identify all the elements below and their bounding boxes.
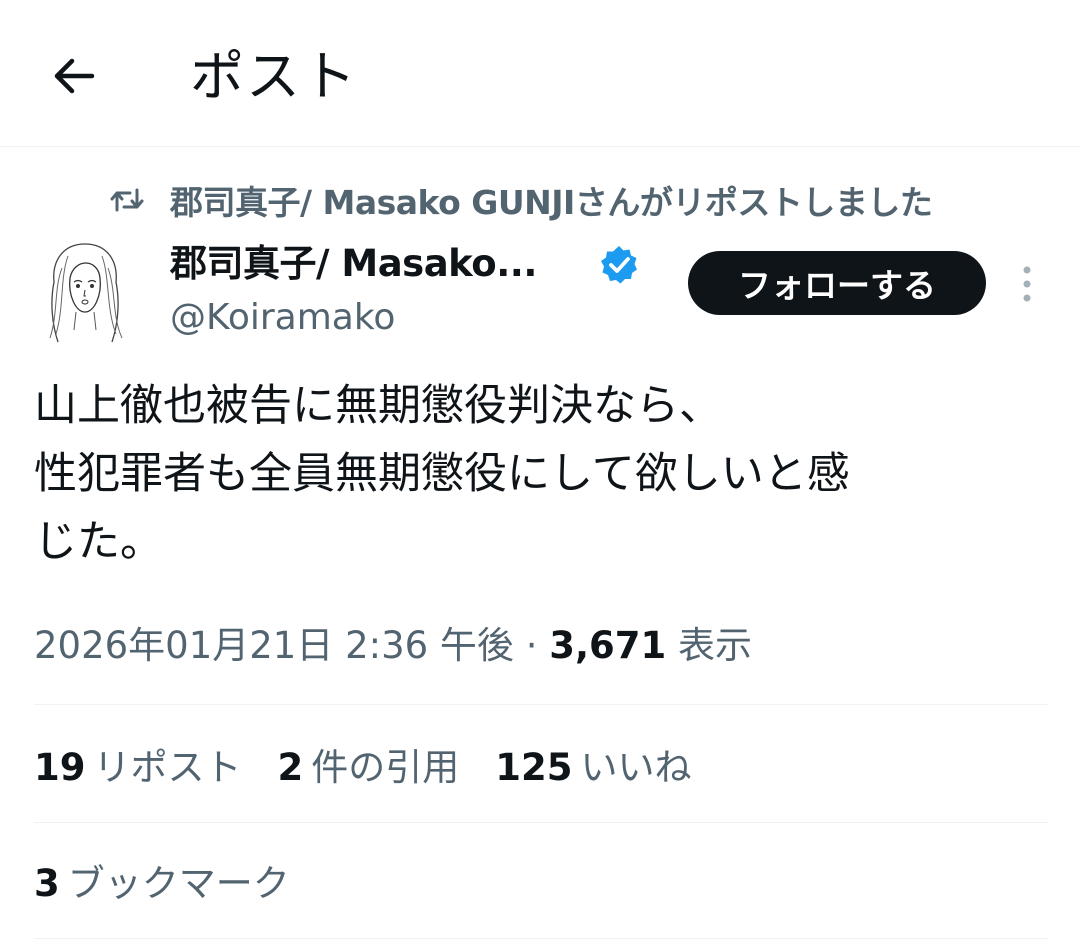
reposts-stat[interactable]: 19 リポスト xyxy=(34,740,242,796)
bookmarks-label: ブックマーク xyxy=(67,862,290,905)
engagement-stats: 19 リポスト 2 件の引用 125 いいね xyxy=(34,740,727,796)
likes-count: 125 xyxy=(495,746,573,789)
divider xyxy=(34,822,1048,823)
likes-label: いいね xyxy=(580,746,692,789)
author-handle[interactable]: @Koiramako xyxy=(170,292,395,344)
views-count: 3,671 xyxy=(549,624,667,667)
divider xyxy=(34,938,1048,939)
post-text-line: 性犯罪者も全員無期懲役にして欲しいと感 xyxy=(34,449,850,499)
divider xyxy=(34,704,1048,705)
reposts-label: リポスト xyxy=(93,746,242,789)
bookmarks-stat[interactable]: 3 ブックマーク xyxy=(34,856,290,912)
quotes-stat[interactable]: 2 件の引用 xyxy=(278,740,460,796)
follow-button[interactable]: フォローする xyxy=(688,251,986,315)
repost-context[interactable]: 郡司真子/ Masako GUNJIさんがリポストしました xyxy=(110,176,933,224)
verified-badge-icon xyxy=(601,246,637,284)
post-text: 山上徹也被告に無期懲役判決なら、 性犯罪者も全員無期懲役にして欲しいと感 じた。 xyxy=(34,372,1044,576)
page-title: ポスト xyxy=(190,45,358,108)
repost-label: 郡司真子/ Masako GUNJIさんがリポストしました xyxy=(170,183,933,222)
reposts-count: 19 xyxy=(34,746,86,789)
bookmarks-count: 3 xyxy=(34,862,60,905)
views-label: 表示 xyxy=(678,624,753,667)
top-bar: ポスト xyxy=(0,0,1080,147)
avatar[interactable] xyxy=(40,238,130,348)
more-options-icon[interactable] xyxy=(1010,262,1044,306)
quotes-label: 件の引用 xyxy=(311,746,460,789)
arrow-left-icon[interactable] xyxy=(48,50,100,102)
post-meta: 2026年01月21日 2:36 午後 · 3,671 表示 xyxy=(34,618,752,674)
likes-stat[interactable]: 125 いいね xyxy=(495,740,691,796)
meta-separator: · xyxy=(525,624,538,667)
author-display-name[interactable]: 郡司真子/ Masako... xyxy=(170,238,537,290)
post-text-line: 山上徹也被告に無期懲役判決なら、 xyxy=(34,381,722,431)
post-text-line: じた。 xyxy=(34,517,163,567)
repost-icon xyxy=(110,188,144,212)
post-timestamp[interactable]: 2026年01月21日 2:36 午後 xyxy=(34,624,514,667)
quotes-count: 2 xyxy=(277,746,304,789)
